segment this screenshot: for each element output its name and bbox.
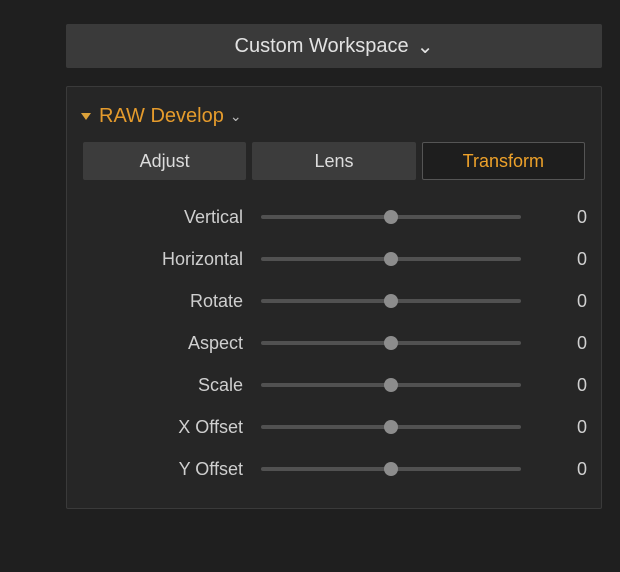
slider-value[interactable]: 0: [521, 459, 587, 480]
workspace-selector[interactable]: Custom Workspace ⌄: [66, 24, 602, 68]
slider-thumb[interactable]: [384, 336, 398, 350]
triangle-down-icon: [81, 113, 91, 120]
slider-label: Rotate: [81, 291, 261, 312]
slider-group: Vertical 0 Horizontal 0 Rotate 0: [77, 190, 591, 490]
slider-track[interactable]: [261, 291, 521, 311]
slider-value[interactable]: 0: [521, 291, 587, 312]
slider-label: Scale: [81, 375, 261, 396]
slider-label: Y Offset: [81, 459, 261, 480]
workspace-label: Custom Workspace: [235, 35, 409, 58]
slider-thumb[interactable]: [384, 252, 398, 266]
slider-thumb[interactable]: [384, 210, 398, 224]
slider-thumb[interactable]: [384, 378, 398, 392]
slider-thumb[interactable]: [384, 462, 398, 476]
raw-develop-header[interactable]: RAW Develop ⌄: [77, 91, 591, 142]
slider-x-offset: X Offset 0: [81, 406, 587, 448]
slider-label: Vertical: [81, 207, 261, 228]
chevron-down-icon: ⌄: [417, 34, 434, 59]
slider-track[interactable]: [261, 249, 521, 269]
slider-track[interactable]: [261, 375, 521, 395]
slider-thumb[interactable]: [384, 420, 398, 434]
slider-rotate: Rotate 0: [81, 280, 587, 322]
slider-value[interactable]: 0: [521, 333, 587, 354]
slider-track[interactable]: [261, 417, 521, 437]
section-title: RAW Develop: [99, 105, 224, 128]
slider-value[interactable]: 0: [521, 417, 587, 438]
slider-value[interactable]: 0: [521, 249, 587, 270]
slider-track[interactable]: [261, 459, 521, 479]
slider-label: Aspect: [81, 333, 261, 354]
tab-adjust[interactable]: Adjust: [83, 142, 246, 180]
slider-aspect: Aspect 0: [81, 322, 587, 364]
transform-tabs: Adjust Lens Transform: [77, 142, 591, 190]
tab-transform[interactable]: Transform: [422, 142, 585, 180]
slider-value[interactable]: 0: [521, 207, 587, 228]
slider-vertical: Vertical 0: [81, 196, 587, 238]
slider-label: X Offset: [81, 417, 261, 438]
slider-label: Horizontal: [81, 249, 261, 270]
tab-lens[interactable]: Lens: [252, 142, 415, 180]
raw-develop-panel: RAW Develop ⌄ Adjust Lens Transform Vert…: [66, 86, 602, 509]
chevron-down-icon: ⌄: [230, 108, 242, 125]
slider-track[interactable]: [261, 207, 521, 227]
slider-y-offset: Y Offset 0: [81, 448, 587, 490]
slider-horizontal: Horizontal 0: [81, 238, 587, 280]
slider-value[interactable]: 0: [521, 375, 587, 396]
slider-thumb[interactable]: [384, 294, 398, 308]
slider-track[interactable]: [261, 333, 521, 353]
slider-scale: Scale 0: [81, 364, 587, 406]
